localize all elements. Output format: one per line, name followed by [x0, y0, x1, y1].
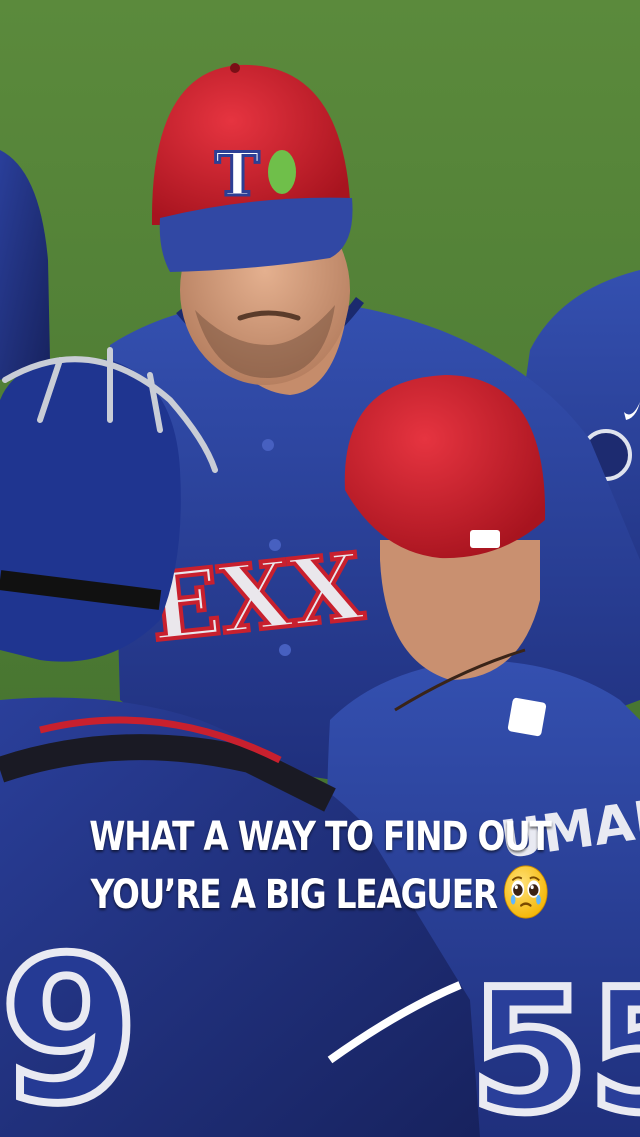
cap-logo-mascot-icon: [268, 150, 296, 194]
cap-button: [230, 63, 240, 73]
jersey-button: [262, 439, 274, 451]
mlb-logo-icon: [470, 530, 500, 548]
cap-logo: T: [215, 140, 260, 210]
manager-back-number: 55: [470, 953, 640, 1137]
mlb-logo-icon-back: [507, 697, 547, 737]
jersey-wordmark: EXX: [145, 532, 369, 662]
caption-overlay: WHAT A WAY TO FIND OUT YOU’RE A BIG LEAG…: [58, 808, 583, 924]
video-frame: EXX T UMAK 55 9: [0, 0, 640, 1137]
caption-line-1: WHAT A WAY TO FIND OUT: [89, 814, 552, 860]
catcher-back-number: 9: [0, 915, 139, 1137]
caption-line-2-text: YOU’RE A BIG LEAGUER: [90, 872, 499, 918]
caption-line-2: YOU’RE A BIG LEAGUER: [58, 865, 583, 924]
pleading-face-emoji-icon: [503, 865, 548, 919]
